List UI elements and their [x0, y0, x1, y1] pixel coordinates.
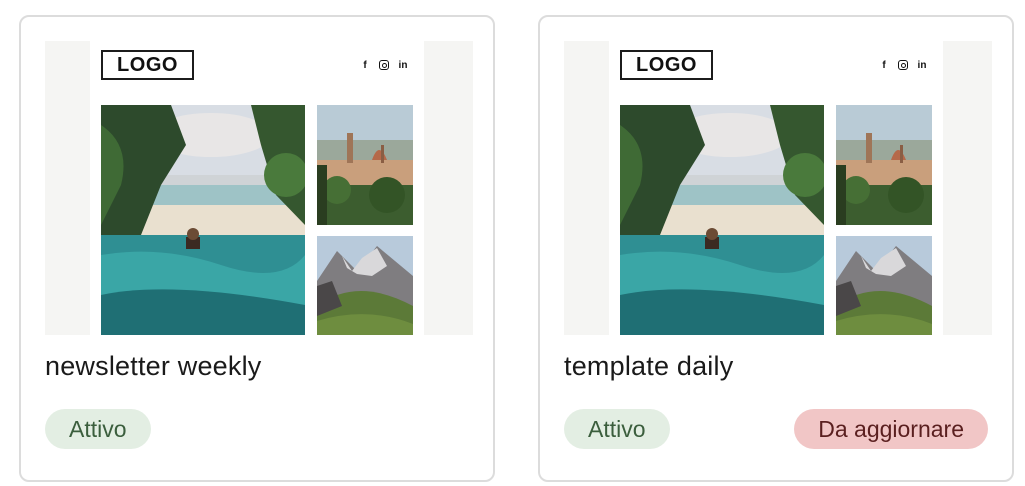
city-photo: [836, 105, 932, 225]
mountain-photo: [836, 236, 932, 335]
city-photo: [317, 105, 413, 225]
social-icons: f in: [879, 59, 927, 71]
instagram-icon: [379, 60, 389, 70]
linkedin-icon: in: [398, 59, 408, 71]
status-badge-active: Attivo: [45, 409, 151, 449]
email-canvas: LOGO f in: [90, 41, 424, 335]
email-canvas: LOGO f in: [609, 41, 943, 335]
facebook-icon: f: [363, 59, 367, 71]
logo-placeholder: LOGO: [620, 50, 713, 80]
facebook-icon: f: [882, 59, 886, 71]
email-preview-thumbnail[interactable]: LOGO f in: [564, 41, 992, 335]
pool-photo: [620, 105, 824, 335]
mountain-photo: [317, 236, 413, 335]
email-preview-thumbnail[interactable]: LOGO f in: [45, 41, 473, 335]
pool-photo: [101, 105, 305, 335]
status-badge-outdated: Da aggiornare: [794, 409, 988, 449]
logo-placeholder: LOGO: [101, 50, 194, 80]
template-card-newsletter-weekly[interactable]: LOGO f in newsletter weekly Attivo: [19, 15, 495, 482]
card-title: template daily: [564, 351, 734, 381]
status-badge-active: Attivo: [564, 409, 670, 449]
template-card-template-daily[interactable]: LOGO f in template daily Attivo Da aggio…: [538, 15, 1014, 482]
linkedin-icon: in: [917, 59, 927, 71]
social-icons: f in: [360, 59, 408, 71]
card-title: newsletter weekly: [45, 351, 262, 381]
instagram-icon: [898, 60, 908, 70]
